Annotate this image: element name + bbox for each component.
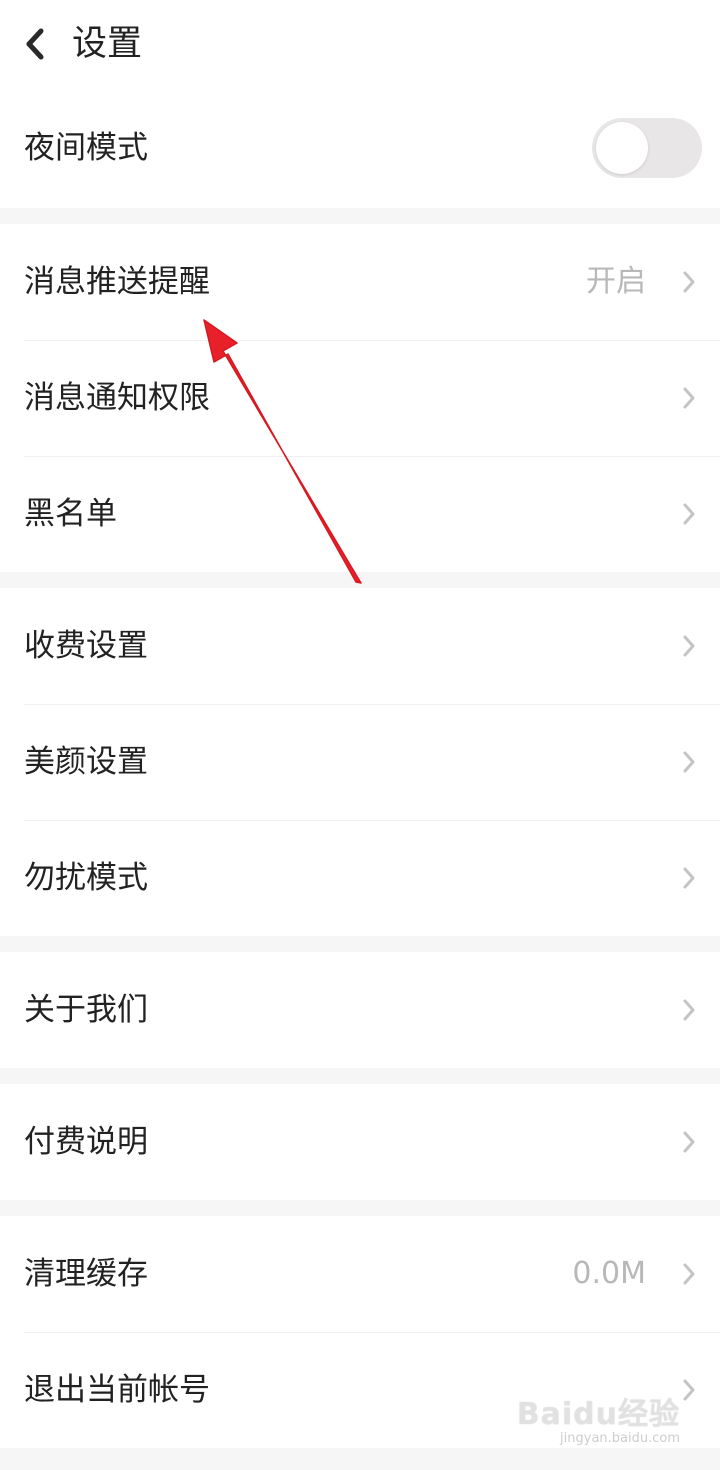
section-features: 收费设置 美颜设置 勿扰模式 xyxy=(0,588,720,936)
watermark-logo: Baidu经验 xyxy=(516,1397,680,1432)
row-night-mode: 夜间模式 xyxy=(0,88,720,208)
push-status-value: 开启 xyxy=(586,264,646,299)
row-label: 清理缓存 xyxy=(24,1256,148,1292)
row-do-not-disturb[interactable]: 勿扰模式 xyxy=(0,820,720,936)
chevron-right-icon xyxy=(680,268,698,296)
row-label: 勿扰模式 xyxy=(24,860,148,896)
row-label: 付费说明 xyxy=(24,1124,148,1160)
chevron-right-icon xyxy=(680,384,698,412)
row-label: 收费设置 xyxy=(24,628,148,664)
toggle-knob xyxy=(596,122,648,174)
chevron-right-icon xyxy=(680,996,698,1024)
section-messages: 消息推送提醒 开启 消息通知权限 黑名单 xyxy=(0,224,720,572)
chevron-right-icon xyxy=(680,1128,698,1156)
chevron-right-icon xyxy=(680,1260,698,1288)
row-payment-info[interactable]: 付费说明 xyxy=(0,1084,720,1200)
watermark: Baidu经验 jingyan.baidu.com xyxy=(517,1389,680,1446)
row-label: 消息推送提醒 xyxy=(24,264,210,300)
section-payment: 付费说明 xyxy=(0,1084,720,1200)
row-clear-cache[interactable]: 清理缓存 0.0M xyxy=(0,1216,720,1332)
chevron-left-icon xyxy=(26,28,44,60)
row-about-us[interactable]: 关于我们 xyxy=(0,952,720,1068)
row-push-reminder[interactable]: 消息推送提醒 开启 xyxy=(0,224,720,340)
row-label: 黑名单 xyxy=(24,496,117,532)
row-notification-permission[interactable]: 消息通知权限 xyxy=(0,340,720,456)
watermark-url: jingyan.baidu.com xyxy=(560,1431,680,1446)
section-about: 关于我们 xyxy=(0,952,720,1068)
cache-size-value: 0.0M xyxy=(572,1256,646,1291)
chevron-right-icon xyxy=(680,864,698,892)
chevron-right-icon xyxy=(680,632,698,660)
page-title: 设置 xyxy=(72,24,143,64)
chevron-right-icon xyxy=(680,500,698,528)
night-mode-toggle[interactable] xyxy=(592,118,702,178)
section-display: 夜间模式 xyxy=(0,88,720,208)
row-label: 美颜设置 xyxy=(24,744,148,780)
row-label: 消息通知权限 xyxy=(24,380,210,416)
back-button[interactable] xyxy=(18,22,52,66)
chevron-right-icon xyxy=(680,1376,698,1404)
row-blacklist[interactable]: 黑名单 xyxy=(0,456,720,572)
row-label: 关于我们 xyxy=(24,992,148,1028)
chevron-right-icon xyxy=(680,748,698,776)
row-label: 夜间模式 xyxy=(24,130,148,166)
row-charge-settings[interactable]: 收费设置 xyxy=(0,588,720,704)
header: 设置 xyxy=(0,0,720,88)
row-beauty-settings[interactable]: 美颜设置 xyxy=(0,704,720,820)
